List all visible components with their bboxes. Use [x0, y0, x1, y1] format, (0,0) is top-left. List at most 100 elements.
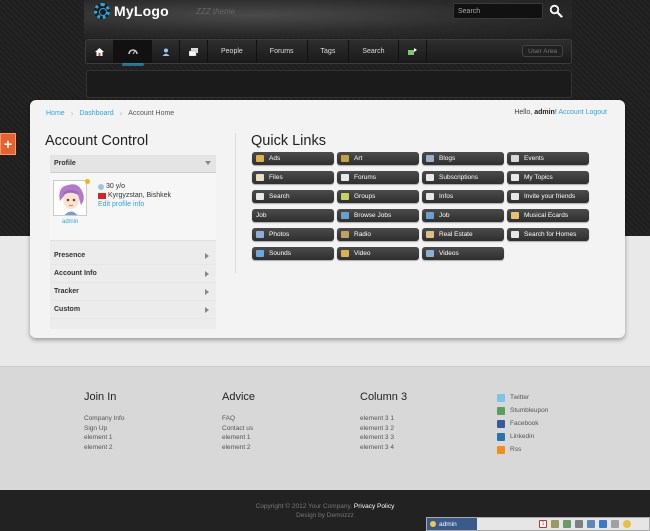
quick-link-videos[interactable]: Videos: [422, 247, 504, 260]
window-icon[interactable]: [611, 520, 619, 528]
anime-avatar-icon: [54, 181, 86, 215]
quick-link-files[interactable]: Files: [252, 171, 334, 184]
sub-menu-bar: [86, 70, 572, 98]
site-logo[interactable]: MyLogo: [94, 3, 169, 19]
user-icon: [162, 48, 169, 56]
social-rss[interactable]: Rss: [497, 443, 548, 456]
footer-link[interactable]: element 3 3: [360, 433, 407, 443]
sidebar-item-tracker[interactable]: Tracker: [50, 283, 216, 301]
side-plus-tab[interactable]: +: [0, 133, 16, 155]
quick-link-musical-ecards[interactable]: Musical Ecards: [507, 209, 589, 222]
avatar[interactable]: [53, 180, 87, 216]
footer-link[interactable]: element 3 1: [360, 414, 407, 424]
friends-icon[interactable]: [563, 520, 571, 528]
breadcrumb-separator-icon: ›: [70, 109, 74, 118]
search-icon: [256, 193, 264, 200]
search-icon[interactable]: [549, 4, 563, 18]
breadcrumb-dashboard[interactable]: Dashboard: [79, 110, 113, 117]
quick-link-invite-your-friends[interactable]: Invite your friends: [507, 190, 589, 203]
quick-link-ads[interactable]: Ads: [252, 152, 334, 165]
footer-column-advice: Advice FAQ Contact us element 1 element …: [222, 391, 255, 452]
quick-link-job[interactable]: Job: [422, 209, 504, 222]
profile-icon[interactable]: [575, 520, 583, 528]
sidebar-item-account-info[interactable]: Account Info: [50, 265, 216, 283]
nav-home[interactable]: [86, 40, 114, 63]
footer-link[interactable]: element 2: [84, 443, 124, 453]
quick-link-label: Photos: [269, 231, 290, 238]
nav-tags[interactable]: Tags: [308, 40, 350, 63]
footer-link[interactable]: element 3 4: [360, 443, 407, 453]
quick-link-blogs[interactable]: Blogs: [422, 152, 504, 165]
nav-people[interactable]: People: [208, 40, 257, 63]
footer-link[interactable]: FAQ: [222, 414, 255, 424]
user-area-button[interactable]: User Area: [522, 45, 563, 57]
quick-link-job[interactable]: Job: [252, 209, 334, 222]
real-estate-icon: [426, 231, 434, 238]
job-icon: [426, 212, 434, 219]
nav-messages[interactable]: [180, 40, 208, 63]
notification-icon[interactable]: 1: [539, 520, 547, 528]
nav-search[interactable]: Search: [349, 40, 399, 63]
quick-link-label: Real Estate: [439, 231, 473, 238]
footer-link[interactable]: Company Info: [84, 414, 124, 424]
logout-link[interactable]: Account Logout: [558, 109, 607, 116]
footer-link[interactable]: element 1: [222, 433, 255, 443]
sidebar-item-custom[interactable]: Custom: [50, 301, 216, 319]
quick-link-groups[interactable]: Groups: [337, 190, 419, 203]
copyright-text: Copyright © 2012 Your Company.: [255, 503, 353, 510]
quick-link-my-topics[interactable]: My Topics: [507, 171, 589, 184]
nav-forums[interactable]: Forums: [257, 40, 308, 63]
groups-icon[interactable]: [551, 520, 559, 528]
video-icon: [341, 250, 349, 257]
quick-link-browse-jobs[interactable]: Browse Jobs: [337, 209, 419, 222]
messages-icon[interactable]: [587, 520, 595, 528]
quick-link-label: Invite your friends: [524, 193, 576, 200]
nav-dashboard[interactable]: [114, 40, 152, 66]
footer-column-3: Column 3 element 3 1 element 3 2 element…: [360, 391, 407, 452]
add-user-icon: [407, 47, 417, 55]
quick-link-label: Forums: [354, 174, 377, 181]
edit-profile-link[interactable]: Edit profile info: [98, 200, 144, 209]
privacy-policy-link[interactable]: Privacy Policy: [354, 503, 394, 510]
social-facebook[interactable]: Facebook: [497, 417, 548, 430]
flag-icon: [98, 192, 106, 199]
quick-link-search[interactable]: Search: [252, 190, 334, 203]
footer-link[interactable]: Contact us: [222, 424, 255, 434]
quick-link-sounds[interactable]: Sounds: [252, 247, 334, 260]
quick-link-photos[interactable]: Photos: [252, 228, 334, 241]
avatar-name[interactable]: admin: [62, 219, 78, 225]
quick-link-label: Browse Jobs: [354, 212, 392, 219]
quick-link-subscriptions[interactable]: Subscriptions: [422, 171, 504, 184]
events-icon: [511, 155, 519, 162]
breadcrumb-separator-icon: ›: [119, 109, 123, 118]
footer-link[interactable]: Sign Up: [84, 424, 124, 434]
footer-link[interactable]: element 3 2: [360, 424, 407, 434]
toolbar-user[interactable]: admin: [427, 518, 477, 530]
footer-link[interactable]: element 1: [84, 433, 124, 443]
quick-link-events[interactable]: Events: [507, 152, 589, 165]
quick-link-art[interactable]: Art: [337, 152, 419, 165]
nav-invite[interactable]: [399, 40, 427, 63]
quick-link-search-for-homes[interactable]: Search for Homes: [507, 228, 589, 241]
quick-link-infos[interactable]: Infos: [422, 190, 504, 203]
social-twitter[interactable]: Twitter: [497, 391, 548, 404]
breadcrumb-home[interactable]: Home: [46, 110, 65, 117]
chevron-right-icon: [205, 271, 209, 277]
sidebar-item-presence[interactable]: Presence: [50, 247, 216, 265]
quick-link-video[interactable]: Video: [337, 247, 419, 260]
quick-link-forums[interactable]: Forums: [337, 171, 419, 184]
nav-profile[interactable]: [152, 40, 180, 63]
profile-header[interactable]: Profile: [50, 155, 216, 173]
header-search-input[interactable]: Search: [453, 3, 543, 19]
subscriptions-icon: [426, 174, 434, 181]
quick-link-real-estate[interactable]: Real Estate: [422, 228, 504, 241]
footer-link[interactable]: element 2: [222, 443, 255, 453]
social-linkedin[interactable]: Linkedin: [497, 430, 548, 443]
quick-link-radio[interactable]: Radio: [337, 228, 419, 241]
chat-icon[interactable]: [599, 520, 607, 528]
smile-icon[interactable]: [623, 520, 631, 528]
social-stumbleupon[interactable]: Stumbleupon: [497, 404, 548, 417]
greeting-user: admin: [534, 109, 555, 116]
videos-icon: [426, 250, 434, 257]
ads-icon: [256, 155, 264, 162]
